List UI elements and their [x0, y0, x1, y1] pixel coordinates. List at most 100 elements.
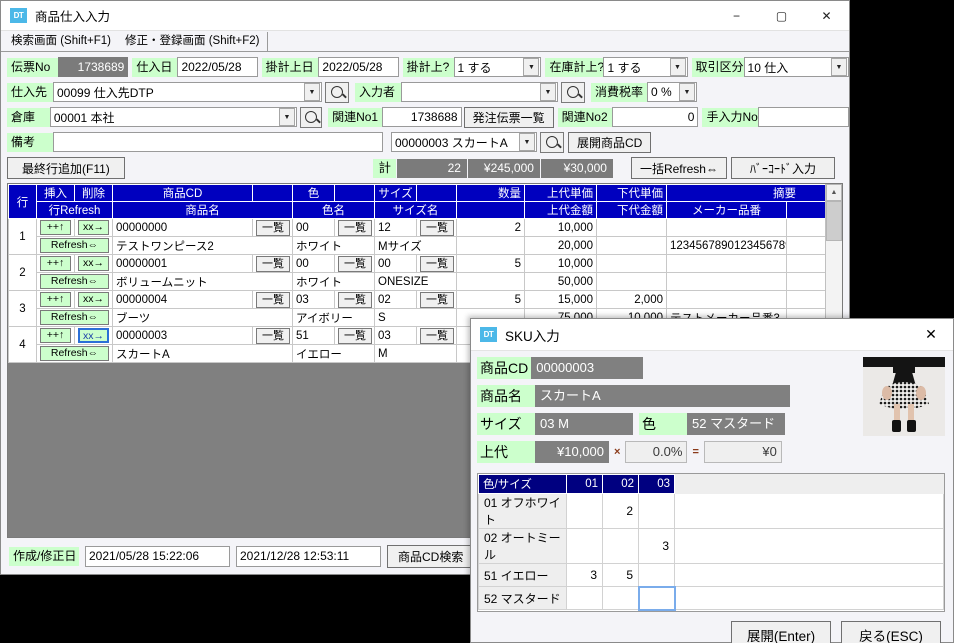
- add-last-row-button[interactable]: 最終行追加(F11): [7, 157, 125, 179]
- sku-matrix-cell[interactable]: [566, 493, 603, 529]
- search-nyuryokusha-button[interactable]: [561, 81, 585, 103]
- cell-tekiyo[interactable]: [666, 254, 787, 273]
- sku-field-rate[interactable]: 0.0%: [625, 440, 688, 463]
- delete-row-button[interactable]: xx→: [74, 326, 113, 345]
- cell-shohin-cd[interactable]: 00000001: [112, 254, 253, 273]
- cell-size[interactable]: 02: [374, 290, 417, 309]
- cell-suryo[interactable]: 5: [456, 254, 525, 273]
- search-shiiresaki-button[interactable]: [325, 81, 349, 103]
- combo-nyuryokusha[interactable]: ▼: [401, 82, 558, 102]
- cell-kadai-tanka[interactable]: 2,000: [596, 290, 667, 309]
- table-row[interactable]: 2 ++↑ xx→ 00000001 一覧 00 一覧 00 一覧 5 10,000: [8, 254, 842, 291]
- sku-matrix-row[interactable]: 51 イエロー 3 5: [478, 563, 944, 587]
- cell-iro[interactable]: 03: [292, 290, 335, 309]
- shohin-cd-list-button[interactable]: 一覧: [252, 254, 293, 273]
- cell-shohin-cd[interactable]: 00000004: [112, 290, 253, 309]
- search-souko-button[interactable]: [299, 106, 323, 128]
- cell-iro[interactable]: 00: [292, 254, 335, 273]
- iro-list-button[interactable]: 一覧: [334, 290, 375, 309]
- cell-kadai-tanka[interactable]: [596, 218, 667, 237]
- cell-jodai-tanka[interactable]: 10,000: [524, 254, 597, 273]
- chevron-down-icon[interactable]: ▼: [519, 133, 535, 151]
- cell-jodai-tanka[interactable]: 15,000: [524, 290, 597, 309]
- field-kanren-no1[interactable]: 1738688: [382, 107, 462, 127]
- sku-matrix-cell[interactable]: [566, 528, 603, 564]
- cell-kadai-tanka[interactable]: [596, 254, 667, 273]
- table-row-secondary[interactable]: Refresh⇔ボリュームニットホワイトONESIZE50,0001 買取: [9, 272, 842, 291]
- cell-suryo[interactable]: 5: [456, 290, 525, 309]
- shohin-cd-search-button[interactable]: 商品CD検索: [387, 544, 475, 568]
- back-button[interactable]: 戻る(ESC): [841, 621, 941, 643]
- expand-button[interactable]: 展開(Enter): [731, 621, 831, 643]
- bulk-refresh-button[interactable]: 一括Refresh⇔: [630, 157, 727, 179]
- combo-shiiresaki[interactable]: 00099 仕入先DTP ▼: [53, 82, 322, 102]
- sku-matrix-row[interactable]: 02 オートミール 3: [478, 528, 944, 564]
- row-refresh-button[interactable]: Refresh⇔: [36, 308, 113, 327]
- chevron-down-icon[interactable]: ▼: [831, 58, 847, 76]
- table-row[interactable]: 3 ++↑ xx→ 00000004 一覧 03 一覧 02 一覧 5 15,000 2,000: [8, 290, 842, 327]
- sku-matrix-row[interactable]: 52 マスタード: [478, 585, 944, 611]
- insert-row-button[interactable]: ++↑: [36, 326, 75, 345]
- cell-size[interactable]: 00: [374, 254, 417, 273]
- chevron-down-icon[interactable]: ▼: [540, 83, 556, 101]
- iro-list-button[interactable]: 一覧: [334, 218, 375, 237]
- field-bikou[interactable]: [53, 132, 383, 152]
- iro-list-button[interactable]: 一覧: [334, 254, 375, 273]
- cell-maker-hinban[interactable]: [666, 272, 787, 291]
- size-list-button[interactable]: 一覧: [416, 290, 457, 309]
- sku-matrix-cell[interactable]: 3: [638, 528, 675, 564]
- sku-matrix-cell[interactable]: 5: [602, 563, 639, 587]
- cell-maker-hinban[interactable]: 1234567890123456789012: [666, 236, 787, 255]
- cell-size[interactable]: 03: [374, 326, 417, 345]
- field-tenyuryoku-no[interactable]: [758, 107, 849, 127]
- field-kakekeijo-bi[interactable]: 2022/05/28: [318, 57, 399, 77]
- combo-zaiko-keijo[interactable]: 1 する ▼: [603, 57, 688, 77]
- cell-size[interactable]: 12: [374, 218, 417, 237]
- sku-matrix-cell[interactable]: [637, 585, 676, 611]
- sku-matrix-cell[interactable]: [602, 528, 639, 564]
- barcode-input-button[interactable]: ﾊﾞｰｺｰﾄﾞ入力: [730, 157, 835, 179]
- sku-close-icon[interactable]: ✕: [909, 319, 953, 351]
- sku-matrix-cell[interactable]: [602, 586, 639, 610]
- row-refresh-button[interactable]: Refresh⇔: [36, 236, 113, 255]
- tenkai-shohin-cd-button[interactable]: 展開商品CD: [568, 131, 652, 153]
- delete-row-button[interactable]: xx→: [74, 290, 113, 309]
- sku-matrix-cell[interactable]: 3: [566, 563, 603, 587]
- table-row[interactable]: 1 ++↑ xx→ 00000000 一覧 00 一覧 12 一覧 2 10,000: [8, 218, 842, 255]
- close-icon[interactable]: ✕: [804, 1, 849, 31]
- combo-kakekeijo[interactable]: 1 する ▼: [453, 57, 542, 77]
- combo-shohin[interactable]: 00000003 スカートA ▼: [391, 132, 537, 152]
- row-refresh-button[interactable]: Refresh⇔: [36, 272, 113, 291]
- shohin-cd-list-button[interactable]: 一覧: [252, 326, 293, 345]
- sku-matrix-cell[interactable]: [638, 563, 675, 587]
- field-shiire-bi[interactable]: 2022/05/28: [177, 57, 258, 77]
- iro-list-button[interactable]: 一覧: [334, 326, 375, 345]
- chevron-down-icon[interactable]: ▼: [523, 58, 540, 76]
- shohin-cd-list-button[interactable]: 一覧: [252, 290, 293, 309]
- chevron-down-icon[interactable]: ▼: [278, 108, 295, 126]
- size-list-button[interactable]: 一覧: [416, 326, 457, 345]
- delete-row-button[interactable]: xx→: [74, 254, 113, 273]
- cell-tekiyo[interactable]: [666, 290, 787, 309]
- field-kanren-no2[interactable]: 0: [611, 107, 699, 127]
- combo-shohizeiritsu[interactable]: 0 % ▼: [647, 82, 697, 102]
- combo-torihiki-kubun[interactable]: 10 仕入 ▼: [743, 57, 849, 77]
- shohin-cd-list-button[interactable]: 一覧: [252, 218, 293, 237]
- insert-row-button[interactable]: ++↑: [36, 254, 75, 273]
- minimize-icon[interactable]: −: [714, 1, 759, 31]
- row-refresh-button[interactable]: Refresh⇔: [36, 344, 113, 363]
- insert-row-button[interactable]: ++↑: [36, 290, 75, 309]
- delete-row-button[interactable]: xx→: [74, 218, 113, 237]
- cell-jodai-tanka[interactable]: 10,000: [524, 218, 597, 237]
- size-list-button[interactable]: 一覧: [416, 254, 457, 273]
- cell-shohin-cd[interactable]: 00000000: [112, 218, 253, 237]
- cell-shohin-cd[interactable]: 00000003: [112, 326, 253, 345]
- sku-matrix-cell[interactable]: [638, 493, 675, 529]
- sku-matrix-row[interactable]: 01 オフホワイト 2: [478, 493, 944, 529]
- search-shohin-button[interactable]: [540, 131, 564, 153]
- tab-edit-register-screen[interactable]: 修正・登録画面 (Shift+F2): [118, 32, 268, 51]
- insert-row-button[interactable]: ++↑: [36, 218, 75, 237]
- cell-iro[interactable]: 51: [292, 326, 335, 345]
- chevron-down-icon[interactable]: ▼: [669, 58, 686, 76]
- cell-tekiyo[interactable]: [666, 218, 787, 237]
